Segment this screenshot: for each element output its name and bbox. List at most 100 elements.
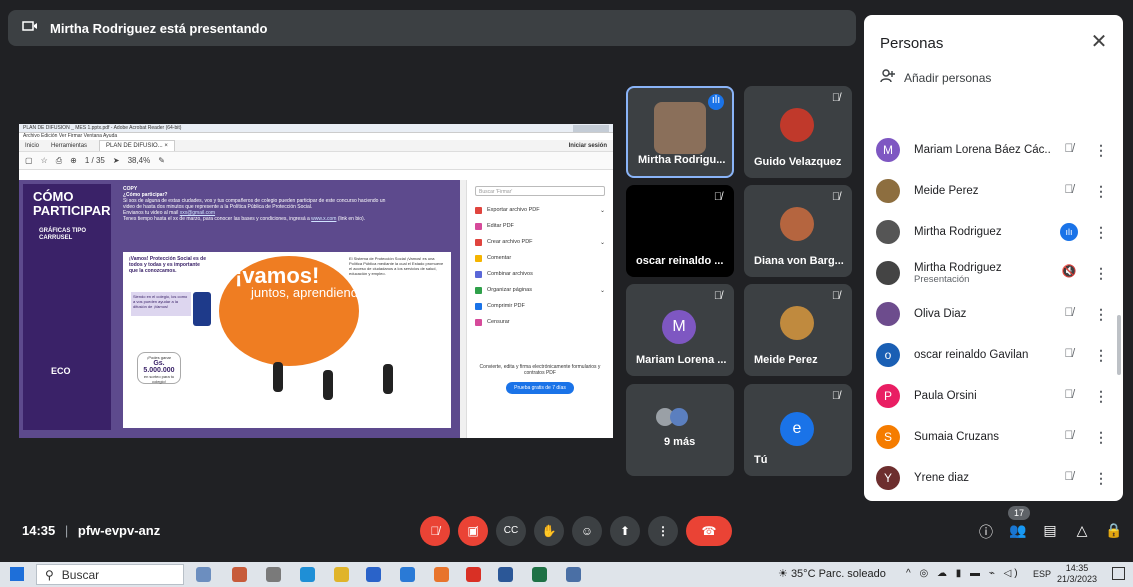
more-options-icon[interactable]: ⋮ — [1094, 388, 1108, 405]
copy-text: Tenes tiempo hasta el xx de marzo, para … — [123, 216, 310, 222]
phone-illustration — [193, 292, 211, 326]
tool-icon — [475, 270, 482, 278]
participant-row[interactable]: Meide Perez 🎙̸ ⋮ — [876, 171, 1108, 211]
camera-off-button[interactable]: ▣̸ — [458, 516, 488, 546]
avatar — [780, 207, 814, 241]
host-controls-icon[interactable]: 🔒 — [1104, 522, 1124, 542]
tile-mirtha[interactable]: ılı Mirtha Rodrigu... — [626, 86, 734, 178]
activities-icon[interactable]: △ — [1072, 522, 1092, 542]
mic-off-icon[interactable]: 🎙̸ — [1060, 141, 1078, 159]
mail-icon[interactable] — [400, 567, 415, 582]
captions-button[interactable]: CC — [496, 516, 526, 546]
participant-name: Sumaia Cruzans — [914, 431, 1000, 443]
speaking-icon: ılı — [708, 94, 724, 110]
people-icon[interactable]: 👥 — [1008, 522, 1028, 542]
info-icon[interactable]: ⓘ — [976, 522, 996, 542]
avatar — [670, 408, 688, 426]
tool-item: Comentar — [475, 250, 605, 266]
taskbar-app-icon[interactable] — [232, 567, 247, 582]
more-options-icon[interactable]: ⋮ — [1094, 347, 1108, 364]
mic-off-icon[interactable]: 🎙̸ — [1060, 428, 1078, 446]
tile-meide[interactable]: 🎙̸ Meide Perez — [744, 284, 852, 376]
taskbar-search[interactable]: ⚲ Buscar — [36, 564, 184, 585]
mic-off-icon[interactable]: 🎙̸ — [1060, 182, 1078, 200]
word-icon[interactable] — [498, 567, 513, 582]
meeting-info: 14:35 | pfw-evpv-anz — [22, 523, 160, 538]
avatar — [876, 220, 900, 244]
tile-self[interactable]: 🎙̸ e Tú — [744, 384, 852, 476]
excel-icon[interactable] — [532, 567, 547, 582]
speaking-icon[interactable]: ılı — [1060, 223, 1078, 241]
pdf-left-subtitle: GRÁFICAS TIPO CARRUSEL — [39, 228, 87, 241]
tile-mariam[interactable]: 🎙̸ M Mariam Lorena ... — [626, 284, 734, 376]
tool-label: Comentar — [487, 255, 512, 261]
mic-off-button[interactable]: 🎙̸ — [420, 516, 450, 546]
tool-item: Organizar páginas ⌄ — [475, 282, 605, 298]
more-options-icon[interactable]: ⋮ — [1094, 183, 1108, 200]
taskbar-app-icon[interactable] — [566, 567, 581, 582]
more-options-icon[interactable]: ⋮ — [1094, 265, 1108, 282]
more-options-icon[interactable]: ⋮ — [1094, 142, 1108, 159]
poster-bubble: Siendo en el colegio, los como a vos pue… — [131, 292, 191, 316]
store-icon[interactable] — [366, 567, 381, 582]
chevron-down-icon: ⌄ — [599, 287, 605, 294]
firefox-icon[interactable] — [434, 567, 449, 582]
save-icon: ▢ — [25, 156, 33, 165]
participant-row[interactable]: Y Yrene diaz 🎙̸ ⋮ — [876, 458, 1108, 498]
mic-off-icon[interactable]: 🎙̸ — [1060, 469, 1078, 487]
participant-row[interactable]: Mirtha Rodriguez ılı ⋮ — [876, 212, 1108, 252]
tool-icon — [475, 222, 482, 230]
weather-text: 35°C Parc. soleado — [790, 568, 886, 580]
mic-off-icon[interactable]: 🔇 — [1060, 264, 1078, 282]
participant-row[interactable]: Oliva Diaz 🎙̸ ⋮ — [876, 294, 1108, 334]
participant-row[interactable]: S Sumaia Cruzans 🎙̸ ⋮ — [876, 417, 1108, 457]
weather-widget[interactable]: ☀ 35°C Parc. soleado — [778, 567, 886, 580]
add-people-label: Añadir personas — [904, 70, 992, 85]
participant-row[interactable]: o oscar reinaldo Gavilan 🎙̸ ⋮ — [876, 335, 1108, 375]
tool-item: Combinar archivos — [475, 266, 605, 282]
tile-name: Guido Velazquez — [754, 156, 842, 168]
taskbar-clock[interactable]: 14:35 21/3/2023 — [1057, 563, 1097, 585]
more-options-icon[interactable]: ⋮ — [1094, 224, 1108, 241]
add-people-button[interactable]: Añadir personas — [880, 69, 991, 86]
file-explorer-icon[interactable] — [334, 567, 349, 582]
leave-call-button[interactable]: ☎ — [686, 516, 732, 546]
notification-icon[interactable] — [1112, 567, 1125, 580]
windows-start-icon[interactable] — [10, 567, 24, 581]
tile-diana[interactable]: 🎙̸ Diana von Barg... — [744, 185, 852, 277]
participant-row[interactable]: P Paula Orsini 🎙̸ ⋮ — [876, 376, 1108, 416]
more-options-icon[interactable]: ⋮ — [1094, 306, 1108, 323]
reactions-button[interactable]: ☺ — [572, 516, 602, 546]
close-icon[interactable]: ✕ — [1087, 29, 1111, 53]
mic-off-icon[interactable]: 🎙̸ — [1060, 346, 1078, 364]
language-indicator[interactable]: ESP — [1033, 569, 1051, 579]
present-button[interactable]: ⬆ — [610, 516, 640, 546]
zoom-level: 38,4% — [127, 156, 151, 165]
more-options-icon[interactable]: ⋮ — [1094, 429, 1108, 446]
tool-item: Exportar archivo PDF ⌄ — [475, 202, 605, 218]
raise-hand-button[interactable]: ✋ — [534, 516, 564, 546]
taskbar-app-icon[interactable] — [196, 567, 211, 582]
panel-title: Personas — [880, 35, 944, 52]
participant-name: oscar reinaldo Gavilan — [914, 349, 1029, 361]
mic-off-icon[interactable]: 🎙̸ — [1060, 387, 1078, 405]
tile-guido[interactable]: 🎙̸ Guido Velazquez — [744, 86, 852, 178]
chevron-down-icon: ⌄ — [599, 207, 605, 214]
system-tray[interactable]: ^ ◎ ☁ ▮ ▬ ⌁ ◁) — [906, 568, 1021, 579]
mic-off-icon[interactable]: 🎙̸ — [1060, 305, 1078, 323]
participant-count-badge: 17 — [1008, 506, 1030, 520]
tile-more[interactable]: 9 más — [626, 384, 734, 476]
pdf-copy-text: COPY ¿Cómo participar? Si sos de alguna … — [123, 186, 453, 222]
task-view-icon[interactable] — [266, 567, 281, 582]
tile-oscar[interactable]: 🎙̸ oscar reinaldo ... — [626, 185, 734, 277]
chat-icon[interactable]: ▤ — [1040, 522, 1060, 542]
chrome-icon[interactable] — [466, 567, 481, 582]
participant-row[interactable]: M Mariam Lorena Báez Các... 🎙̸ ⋮ — [876, 130, 1108, 170]
participant-row[interactable]: Mirtha Rodriguez Presentación 🔇 ⋮ — [876, 253, 1108, 293]
tile-name: Diana von Barg... — [754, 255, 844, 267]
more-options-button[interactable]: ⋮ — [648, 516, 678, 546]
panel-scrollbar[interactable] — [1117, 315, 1121, 375]
more-options-icon[interactable]: ⋮ — [1094, 470, 1108, 487]
add-person-icon — [880, 69, 896, 86]
edge-icon[interactable] — [300, 567, 315, 582]
